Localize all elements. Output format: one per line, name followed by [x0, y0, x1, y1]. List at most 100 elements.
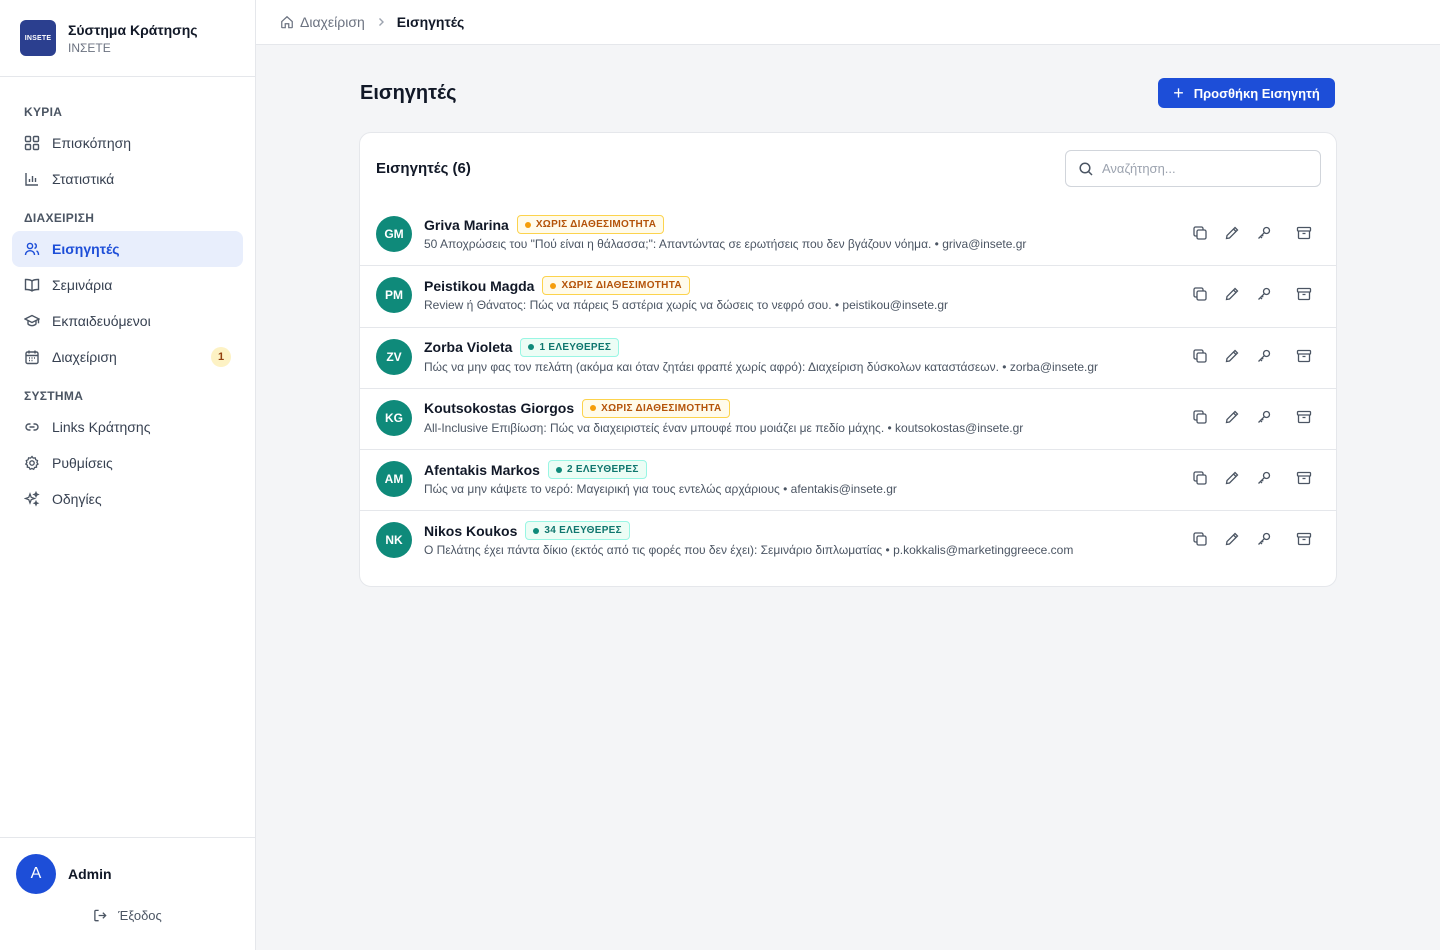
- key-icon[interactable]: [1254, 223, 1274, 243]
- sidebar-item-label: Επισκόπηση: [52, 135, 132, 151]
- instructor-description: Ο Πελάτης έχει πάντα δίκιο (εκτός από τι…: [424, 543, 1074, 558]
- availability-badge: ΧΩΡΙΣ ΔΙΑΘΕΣΙΜΟΤΗΤΑ: [582, 398, 730, 418]
- key-icon[interactable]: [1254, 284, 1274, 304]
- notification-badge: 1: [211, 347, 231, 367]
- list-title: Εισηγητές (6): [376, 160, 471, 177]
- sidebar-item-instructors[interactable]: Εισηγητές: [12, 231, 243, 267]
- row-actions: [1190, 223, 1314, 243]
- archive-icon[interactable]: [1294, 529, 1314, 549]
- archive-icon[interactable]: [1294, 223, 1314, 243]
- sidebar-item-guides[interactable]: Οδηγίες: [12, 481, 243, 517]
- brand-subtitle: ΙΝΣΕΤΕ: [68, 40, 111, 55]
- search-box[interactable]: [1065, 150, 1321, 187]
- sidebar-footer: A Admin Έξοδος: [0, 837, 255, 950]
- nav-section-main: ΚΥΡΙΑ: [24, 105, 63, 119]
- sidebar-item-label: Εκπαιδευόμενοι: [52, 313, 151, 329]
- user-profile[interactable]: A Admin: [0, 838, 255, 894]
- avatar: NK: [376, 522, 412, 559]
- brand[interactable]: INSETE Σύστημα Κράτησης ΙΝΣΕΤΕ: [0, 0, 255, 77]
- avatar: PM: [376, 277, 412, 314]
- sidebar-item-statistics[interactable]: Στατιστικά: [12, 161, 243, 197]
- search-icon: [1078, 161, 1094, 177]
- status-dot: [550, 282, 557, 289]
- edit-icon[interactable]: [1222, 529, 1242, 549]
- sidebar-item-label: Links Κράτησης: [52, 419, 151, 435]
- add-instructor-button[interactable]: + Προσθήκη Εισηγητή: [1158, 78, 1335, 108]
- graduation-cap-icon: [24, 313, 40, 329]
- availability-badge: 34 ΕΛΕΥΘΕΡΕΣ: [525, 521, 630, 541]
- sidebar-nav: ΚΥΡΙΑ Επισκόπηση Στατιστικά ΔΙΑΧΕΙΡΙΣΗ Ε…: [0, 77, 255, 517]
- nav-section-management: ΔΙΑΧΕΙΡΙΣΗ: [24, 211, 95, 225]
- breadcrumb-home[interactable]: Διαχείριση: [280, 14, 365, 30]
- key-icon[interactable]: [1254, 346, 1274, 366]
- nav-section-system: ΣΥΣΤΗΜΑ: [24, 389, 84, 403]
- sidebar-item-management[interactable]: Διαχείριση 1: [12, 339, 243, 375]
- avatar: GM: [376, 216, 412, 252]
- logout-label: Έξοδος: [118, 908, 162, 923]
- edit-icon[interactable]: [1222, 407, 1242, 427]
- page-title: Εισηγητές: [360, 82, 457, 104]
- instructors-list: GM Griva Marina ΧΩΡΙΣ ΔΙΑΘΕΣΙΜΟΤΗΤΑ 50 Α…: [360, 205, 1336, 573]
- user-name: Admin: [68, 866, 112, 882]
- copy-icon[interactable]: [1190, 407, 1210, 427]
- badge-label: ΧΩΡΙΣ ΔΙΑΘΕΣΙΜΟΤΗΤΑ: [561, 280, 682, 292]
- breadcrumb-current: Εισηγητές: [396, 14, 465, 30]
- status-dot: [524, 221, 531, 228]
- key-icon[interactable]: [1254, 468, 1274, 488]
- archive-icon[interactable]: [1294, 468, 1314, 488]
- instructor-name[interactable]: Afentakis Markos: [424, 462, 540, 478]
- sidebar-item-booking-links[interactable]: Links Κράτησης: [12, 409, 243, 445]
- instructor-name[interactable]: Nikos Koukos: [424, 523, 517, 539]
- link-icon: [24, 419, 40, 435]
- logout-icon: [93, 908, 108, 923]
- list-item[interactable]: AM Afentakis Markos 2 ΕΛΕΥΘΕΡΕΣ Πώς να μ…: [360, 450, 1336, 512]
- list-item[interactable]: ZV Zorba Violeta 1 ΕΛΕΥΘΕΡΕΣ Πώς να μην …: [360, 328, 1336, 389]
- sidebar-item-overview[interactable]: Επισκόπηση: [12, 125, 243, 161]
- edit-icon[interactable]: [1222, 284, 1242, 304]
- plus-icon: +: [1173, 83, 1184, 103]
- edit-icon[interactable]: [1222, 468, 1242, 488]
- avatar: KG: [376, 399, 412, 436]
- users-icon: [24, 241, 40, 257]
- badge-label: ΧΩΡΙΣ ΔΙΑΘΕΣΙΜΟΤΗΤΑ: [601, 402, 722, 414]
- instructor-name[interactable]: Peistikou Magda: [424, 278, 534, 294]
- instructor-name[interactable]: Zorba Violeta: [424, 339, 512, 355]
- list-item[interactable]: GM Griva Marina ΧΩΡΙΣ ΔΙΑΘΕΣΙΜΟΤΗΤΑ 50 Α…: [360, 205, 1336, 267]
- list-item[interactable]: NK Nikos Koukos 34 ΕΛΕΥΘΕΡΕΣ Ο Πελάτης έ…: [360, 511, 1336, 572]
- copy-icon[interactable]: [1190, 223, 1210, 243]
- home-icon: [280, 15, 294, 29]
- status-dot: [533, 527, 540, 534]
- row-actions: [1190, 346, 1314, 366]
- chevron-right-icon: [375, 16, 387, 28]
- key-icon[interactable]: [1254, 529, 1274, 549]
- search-input[interactable]: [1102, 161, 1302, 176]
- list-item[interactable]: PM Peistikou Magda ΧΩΡΙΣ ΔΙΑΘΕΣΙΜΟΤΗΤΑ R…: [360, 266, 1336, 328]
- edit-icon[interactable]: [1222, 346, 1242, 366]
- row-actions: [1190, 407, 1314, 427]
- sidebar-item-settings[interactable]: Ρυθμίσεις: [12, 445, 243, 481]
- copy-icon[interactable]: [1190, 346, 1210, 366]
- breadcrumb: Διαχείριση Εισηγητές: [256, 0, 1440, 45]
- badge-label: 34 ΕΛΕΥΘΕΡΕΣ: [544, 525, 622, 537]
- copy-icon[interactable]: [1190, 284, 1210, 304]
- instructor-name[interactable]: Griva Marina: [424, 217, 509, 233]
- copy-icon[interactable]: [1190, 468, 1210, 488]
- instructors-card: Εισηγητές (6) GM Griva Marina ΧΩΡΙΣ ΔΙΑΘ…: [359, 132, 1337, 587]
- key-icon[interactable]: [1254, 407, 1274, 427]
- archive-icon[interactable]: [1294, 407, 1314, 427]
- instructor-description: Πώς να μην κάψετε το νερό: Μαγειρική για…: [424, 482, 897, 497]
- copy-icon[interactable]: [1190, 529, 1210, 549]
- sidebar-item-label: Σεμινάρια: [52, 277, 113, 293]
- sidebar-item-seminars[interactable]: Σεμινάρια: [12, 267, 243, 303]
- breadcrumb-home-label: Διαχείριση: [300, 14, 365, 30]
- edit-icon[interactable]: [1222, 223, 1242, 243]
- sidebar-item-label: Στατιστικά: [52, 171, 115, 187]
- archive-icon[interactable]: [1294, 346, 1314, 366]
- list-item[interactable]: KG Koutsokostas Giorgos ΧΩΡΙΣ ΔΙΑΘΕΣΙΜΟΤ…: [360, 389, 1336, 451]
- status-dot: [528, 344, 535, 351]
- logout-button[interactable]: Έξοδος: [0, 908, 255, 923]
- instructor-name[interactable]: Koutsokostas Giorgos: [424, 400, 574, 416]
- sidebar-item-trainees[interactable]: Εκπαιδευόμενοι: [12, 303, 243, 339]
- archive-icon[interactable]: [1294, 284, 1314, 304]
- sidebar-item-label: Ρυθμίσεις: [52, 455, 113, 471]
